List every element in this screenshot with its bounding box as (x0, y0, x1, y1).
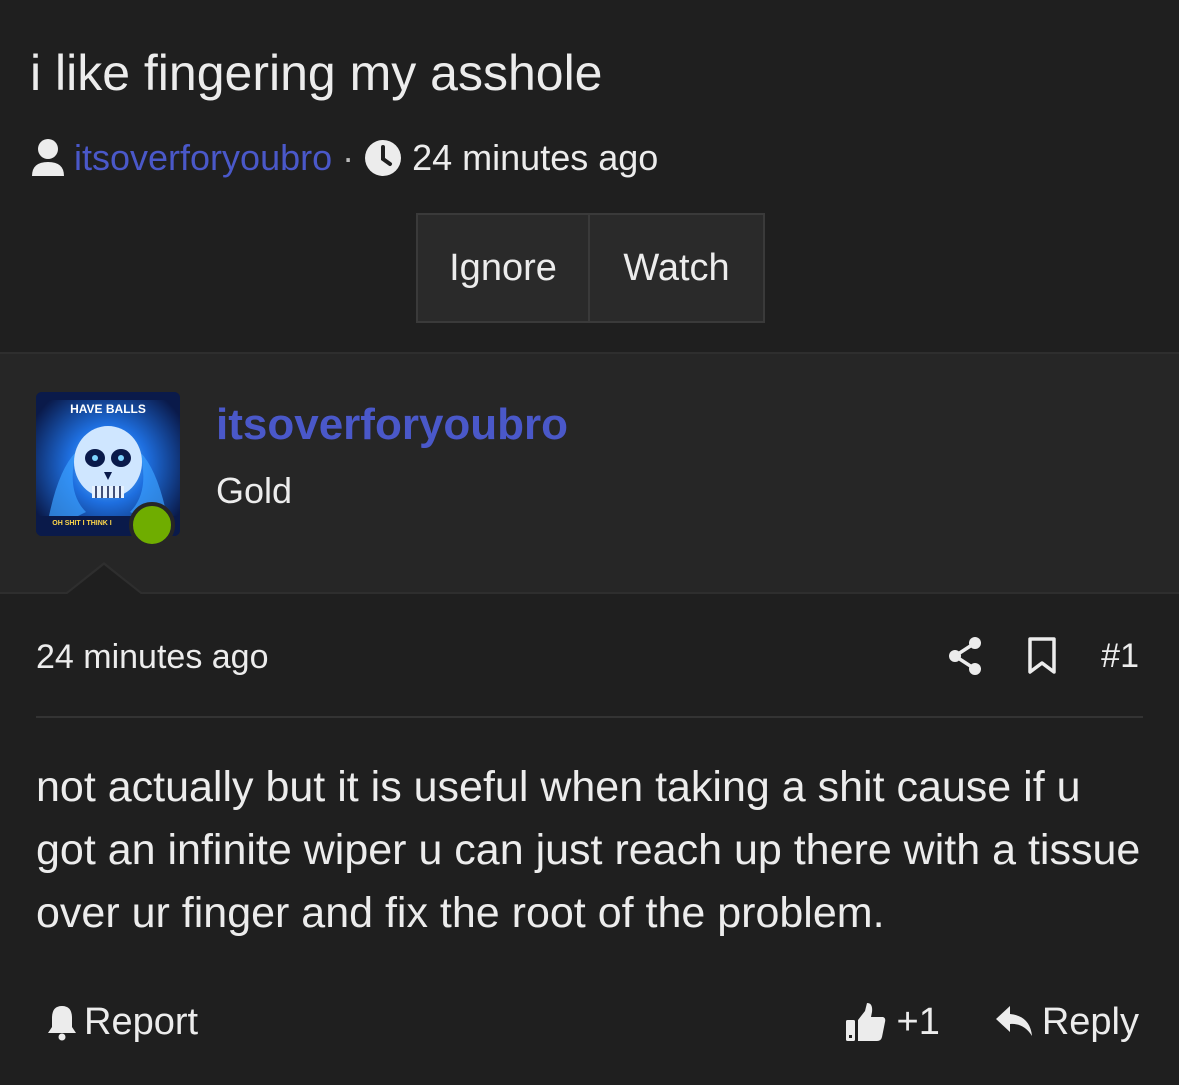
post-actions-top: #1 (947, 634, 1139, 678)
watch-button[interactable]: Watch (590, 215, 763, 321)
post-message: not actually but it is useful when takin… (36, 763, 1141, 937)
thread-meta: itsoverforyoubro · 24 minutes ago (30, 136, 658, 180)
thread-title: i like fingering my asshole (30, 45, 603, 101)
post-footer-actions: +1 Reply (845, 997, 1139, 1047)
thread-action-buttons: Ignore Watch (416, 213, 765, 323)
thumbs-up-icon[interactable] (845, 1001, 887, 1043)
post-user-panel: HAVE BALLS OH SHIT I THINK I itsoverfory… (0, 352, 1179, 594)
thread-author-link[interactable]: itsoverforyoubro (74, 137, 332, 179)
post-author-link[interactable]: itsoverforyoubro (216, 400, 568, 450)
online-status-indicator (129, 502, 175, 548)
user-icon (32, 139, 64, 176)
report-link[interactable]: Report (46, 997, 198, 1047)
clock-icon (365, 140, 402, 176)
bell-icon (48, 1006, 76, 1041)
user-title: Gold (216, 470, 293, 511)
bookmark-icon[interactable] (1027, 637, 1057, 675)
avatar-text-bottom: OH SHIT I THINK I (52, 520, 112, 527)
report-label: Report (84, 1000, 199, 1043)
share-icon[interactable] (947, 636, 983, 676)
avatar-text-top: HAVE BALLS (70, 402, 146, 416)
post-time[interactable]: 24 minutes ago (36, 638, 269, 677)
thread-time[interactable]: 24 minutes ago (412, 137, 658, 179)
ignore-button[interactable]: Ignore (418, 215, 590, 321)
post-body: 24 minutes ago #1 not actually but it is… (0, 562, 1179, 1085)
like-count[interactable]: +1 (897, 1001, 940, 1044)
post-number-link[interactable]: #1 (1101, 637, 1139, 676)
thread-header: i like fingering my asshole itsoverforyo… (0, 0, 1179, 350)
meta-separator: · (342, 137, 355, 178)
reply-button[interactable]: Reply (1042, 1001, 1139, 1044)
divider (36, 716, 1143, 718)
reply-icon (995, 1006, 1032, 1036)
